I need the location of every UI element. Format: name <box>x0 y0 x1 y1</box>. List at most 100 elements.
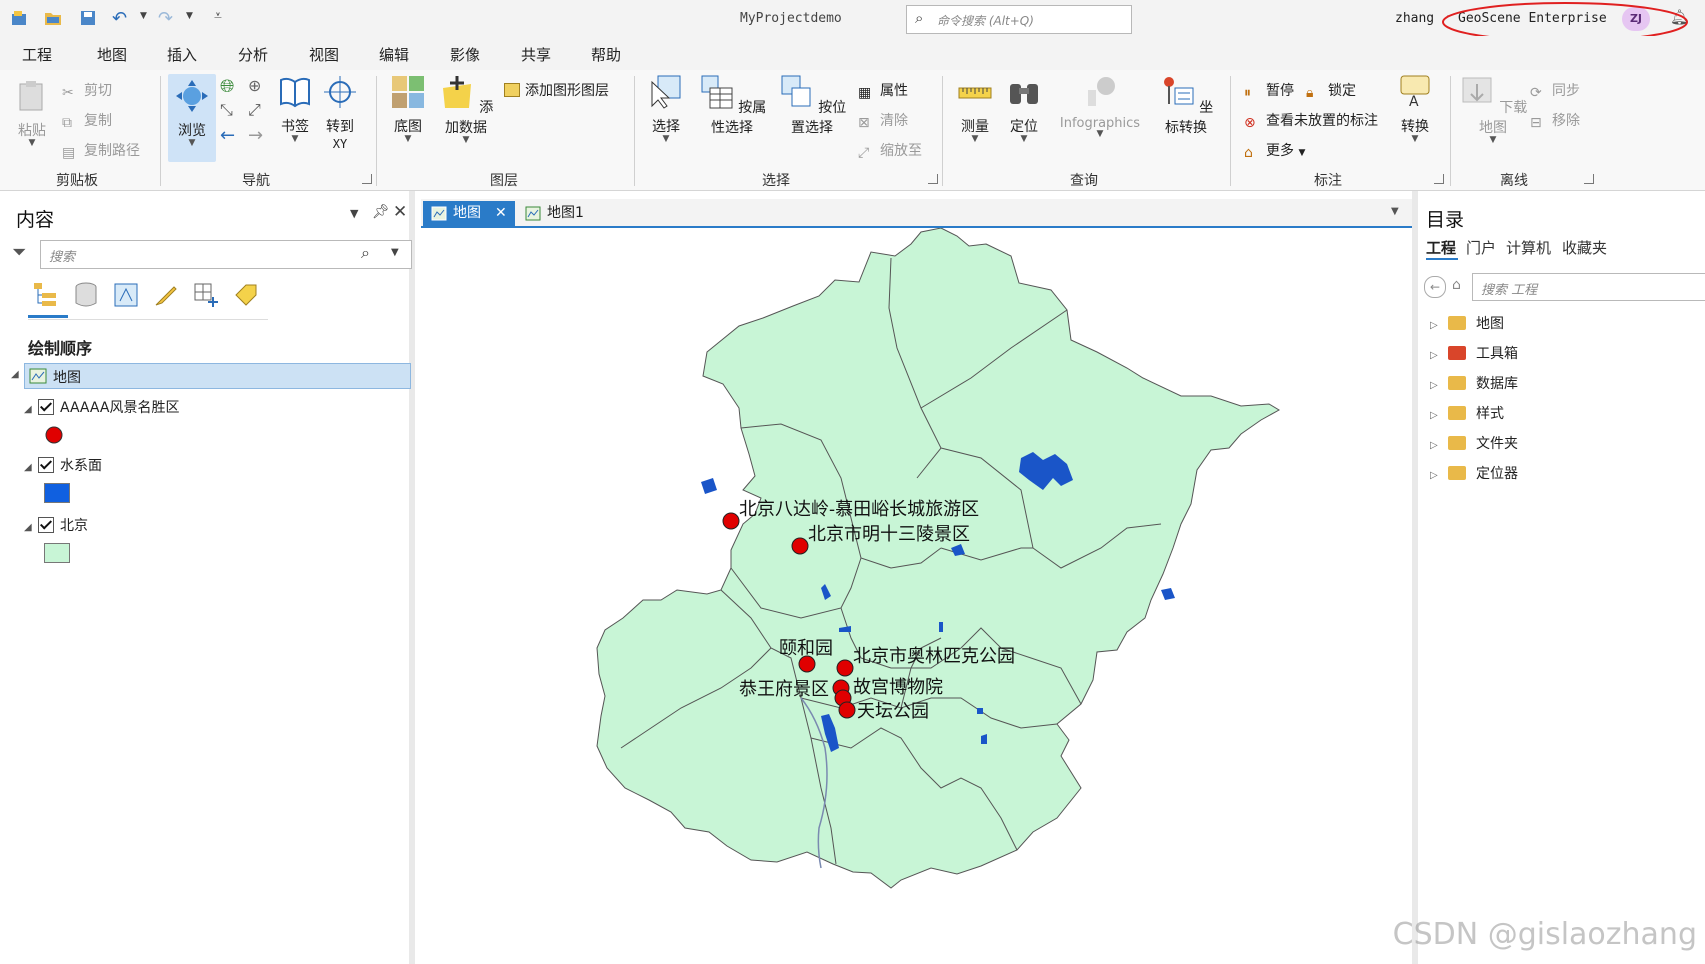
tab-view[interactable]: 视图 <box>309 44 339 65</box>
cut-button[interactable]: ✂ 剪切 <box>62 80 112 101</box>
redo-icon[interactable]: ↷ <box>158 8 173 29</box>
poi-symbol-swatch[interactable] <box>44 425 64 445</box>
chevron-down-icon[interactable]: ▼ <box>1391 206 1399 217</box>
collapse-triangle-icon[interactable]: ◢ <box>24 462 38 473</box>
explore-button[interactable]: 浏览 ▼ <box>168 74 216 162</box>
next-extent-icon[interactable]: → <box>248 125 263 146</box>
add-graphics-layer-button[interactable]: 添加图形图层 <box>504 80 609 100</box>
pane-options-icon[interactable]: ▼ <box>350 207 358 220</box>
list-by-labeling-icon[interactable] <box>232 281 260 309</box>
remove-offline-button[interactable]: ⊟ 移除 <box>1530 110 1580 131</box>
catalog-item-styles[interactable]: ▷ 样式 <box>1430 403 1504 423</box>
download-map-button[interactable]: 下载地图 ▼ <box>1458 74 1528 145</box>
copy-button[interactable]: ⧉ 复制 <box>62 110 112 131</box>
close-icon[interactable]: ✕ <box>393 202 407 222</box>
tab-map[interactable]: 地图 <box>97 44 128 73</box>
list-by-source-icon[interactable] <box>72 281 100 309</box>
copy-path-button[interactable]: ▤ 复制路径 <box>62 140 140 161</box>
chevron-down-icon[interactable]: ▼ <box>186 11 193 21</box>
map-canvas[interactable]: 北京八达岭-慕田峪长城旅游区 北京市明十三陵景区 颐和园 北京市奥林匹克公园 恭… <box>421 228 1412 964</box>
paste-button[interactable]: 粘贴 ▼ <box>10 78 54 148</box>
back-icon[interactable]: ← <box>1424 276 1446 298</box>
catalog-item-folders[interactable]: ▷ 文件夹 <box>1430 433 1518 453</box>
convert-labels-button[interactable]: A 转换 ▼ <box>1390 74 1440 144</box>
more-labeling-button[interactable]: ⌂ 更多 ▼ <box>1244 140 1305 161</box>
new-project-icon[interactable] <box>10 9 30 27</box>
filter-icon[interactable]: ⏷ <box>12 242 26 263</box>
zoom-to-selection-button[interactable]: ⤢ 缩放至 <box>858 140 922 161</box>
bookmarks-button[interactable]: 书签 ▼ <box>274 74 316 144</box>
tab-analysis[interactable]: 分析 <box>238 44 268 65</box>
expand-triangle-icon[interactable]: ▷ <box>1430 410 1448 421</box>
list-by-selection-icon[interactable] <box>112 281 140 309</box>
locate-button[interactable]: 定位 ▼ <box>1004 74 1044 144</box>
list-by-editing-icon[interactable] <box>152 281 180 309</box>
view-unplaced-labels-button[interactable]: ⊗ 查看未放置的标注 <box>1244 110 1378 131</box>
layer-visibility-checkbox[interactable] <box>38 517 54 533</box>
previous-extent-icon[interactable]: ← <box>220 125 235 146</box>
toc-layer-row[interactable]: ◢ 水系面 <box>24 455 102 475</box>
poi-marker[interactable] <box>722 512 740 530</box>
add-data-button[interactable]: 添加数据 ▼ <box>434 74 498 145</box>
catalog-search-input[interactable]: 搜索 工程 <box>1472 273 1705 301</box>
select-by-attributes-button[interactable]: 按属性选择 <box>694 74 770 137</box>
catalog-item-databases[interactable]: ▷ 数据库 <box>1430 373 1518 393</box>
collapse-triangle-icon[interactable]: ◢ <box>24 404 38 415</box>
tab-help[interactable]: 帮助 <box>591 44 621 65</box>
tab-edit[interactable]: 编辑 <box>379 44 409 65</box>
fixed-zoom-in-icon[interactable]: ⤡ <box>220 100 233 120</box>
fixed-zoom-out-icon[interactable]: ⤢ <box>248 100 261 120</box>
list-by-snapping-icon[interactable] <box>192 281 220 309</box>
pause-labeling-button[interactable]: ⏸ 暂停 <box>1244 80 1294 101</box>
beijing-symbol-swatch[interactable] <box>44 543 70 563</box>
chevron-down-icon[interactable]: ▼ <box>140 11 147 21</box>
coordinate-conversion-button[interactable]: 坐标转换 <box>1154 74 1218 137</box>
signed-in-user[interactable]: zhang <box>1395 11 1434 26</box>
home-icon[interactable]: ⌂ <box>1452 277 1461 293</box>
poi-marker[interactable] <box>838 701 856 719</box>
contents-search-input[interactable]: 搜索 ⌕ ▼ <box>40 240 412 269</box>
tab-imagery[interactable]: 影像 <box>450 44 480 65</box>
expand-triangle-icon[interactable]: ▷ <box>1430 440 1448 451</box>
catalog-tab-portal[interactable]: 门户 <box>1466 237 1496 258</box>
tab-share[interactable]: 共享 <box>521 44 551 65</box>
sync-button[interactable]: ⟳ 同步 <box>1530 80 1580 101</box>
tab-map-view[interactable]: 地图 ✕ <box>423 201 515 226</box>
catalog-tab-project[interactable]: 工程 <box>1426 237 1456 258</box>
catalog-item-maps[interactable]: ▷ 地图 <box>1430 313 1504 333</box>
select-by-location-button[interactable]: 按位置选择 <box>774 74 850 137</box>
measure-button[interactable]: 测量 ▼ <box>950 74 1000 144</box>
expand-triangle-icon[interactable]: ▷ <box>1430 320 1448 331</box>
tab-project[interactable]: 工程 <box>22 44 52 65</box>
toc-layer-row[interactable]: ◢ 北京 <box>24 515 88 535</box>
close-icon[interactable]: ✕ <box>495 201 507 226</box>
catalog-item-toolboxes[interactable]: ▷ 工具箱 <box>1430 343 1518 363</box>
lock-labeling-button[interactable]: 🔒︎ 锁定 <box>1306 80 1356 101</box>
expand-triangle-icon[interactable]: ▷ <box>1430 380 1448 391</box>
layer-visibility-checkbox[interactable] <box>38 457 54 473</box>
expand-triangle-icon[interactable]: ▷ <box>1430 350 1448 361</box>
tab-insert[interactable]: 插入 <box>167 44 197 65</box>
collapse-triangle-icon[interactable]: ◢ <box>24 522 38 533</box>
command-search-input[interactable]: ⌕ 命令搜索 (Alt+Q) <box>906 5 1132 34</box>
attributes-button[interactable]: ▦ 属性 <box>858 80 908 101</box>
pin-icon[interactable]: 📌︎ <box>372 204 390 220</box>
full-extent-icon[interactable]: 🌐︎ <box>220 76 234 97</box>
toc-layer-row[interactable]: ◢ AAAAA风景名胜区 <box>24 397 179 417</box>
catalog-item-locators[interactable]: ▷ 定位器 <box>1430 463 1518 483</box>
poi-marker[interactable] <box>836 659 854 677</box>
collapse-triangle-icon[interactable]: ◢ <box>11 369 19 380</box>
customize-toolbar-icon[interactable]: ⩡ <box>214 8 222 24</box>
undo-icon[interactable]: ↶ <box>112 8 127 29</box>
layer-visibility-checkbox[interactable] <box>38 399 54 415</box>
select-button[interactable]: 选择 ▼ <box>644 74 688 144</box>
catalog-tab-favorites[interactable]: 收藏夹 <box>1562 237 1607 258</box>
zoom-to-selection-icon[interactable]: ⊕ <box>248 76 261 95</box>
clear-selection-button[interactable]: ⊠ 清除 <box>858 110 908 131</box>
catalog-tab-computer[interactable]: 计算机 <box>1506 237 1551 258</box>
infographics-button[interactable]: Infographics ▼ <box>1048 74 1152 139</box>
basemap-button[interactable]: 底图 ▼ <box>384 74 432 144</box>
open-project-icon[interactable] <box>43 9 63 27</box>
save-project-icon[interactable] <box>78 9 98 27</box>
list-by-drawing-order-icon[interactable] <box>32 281 60 309</box>
